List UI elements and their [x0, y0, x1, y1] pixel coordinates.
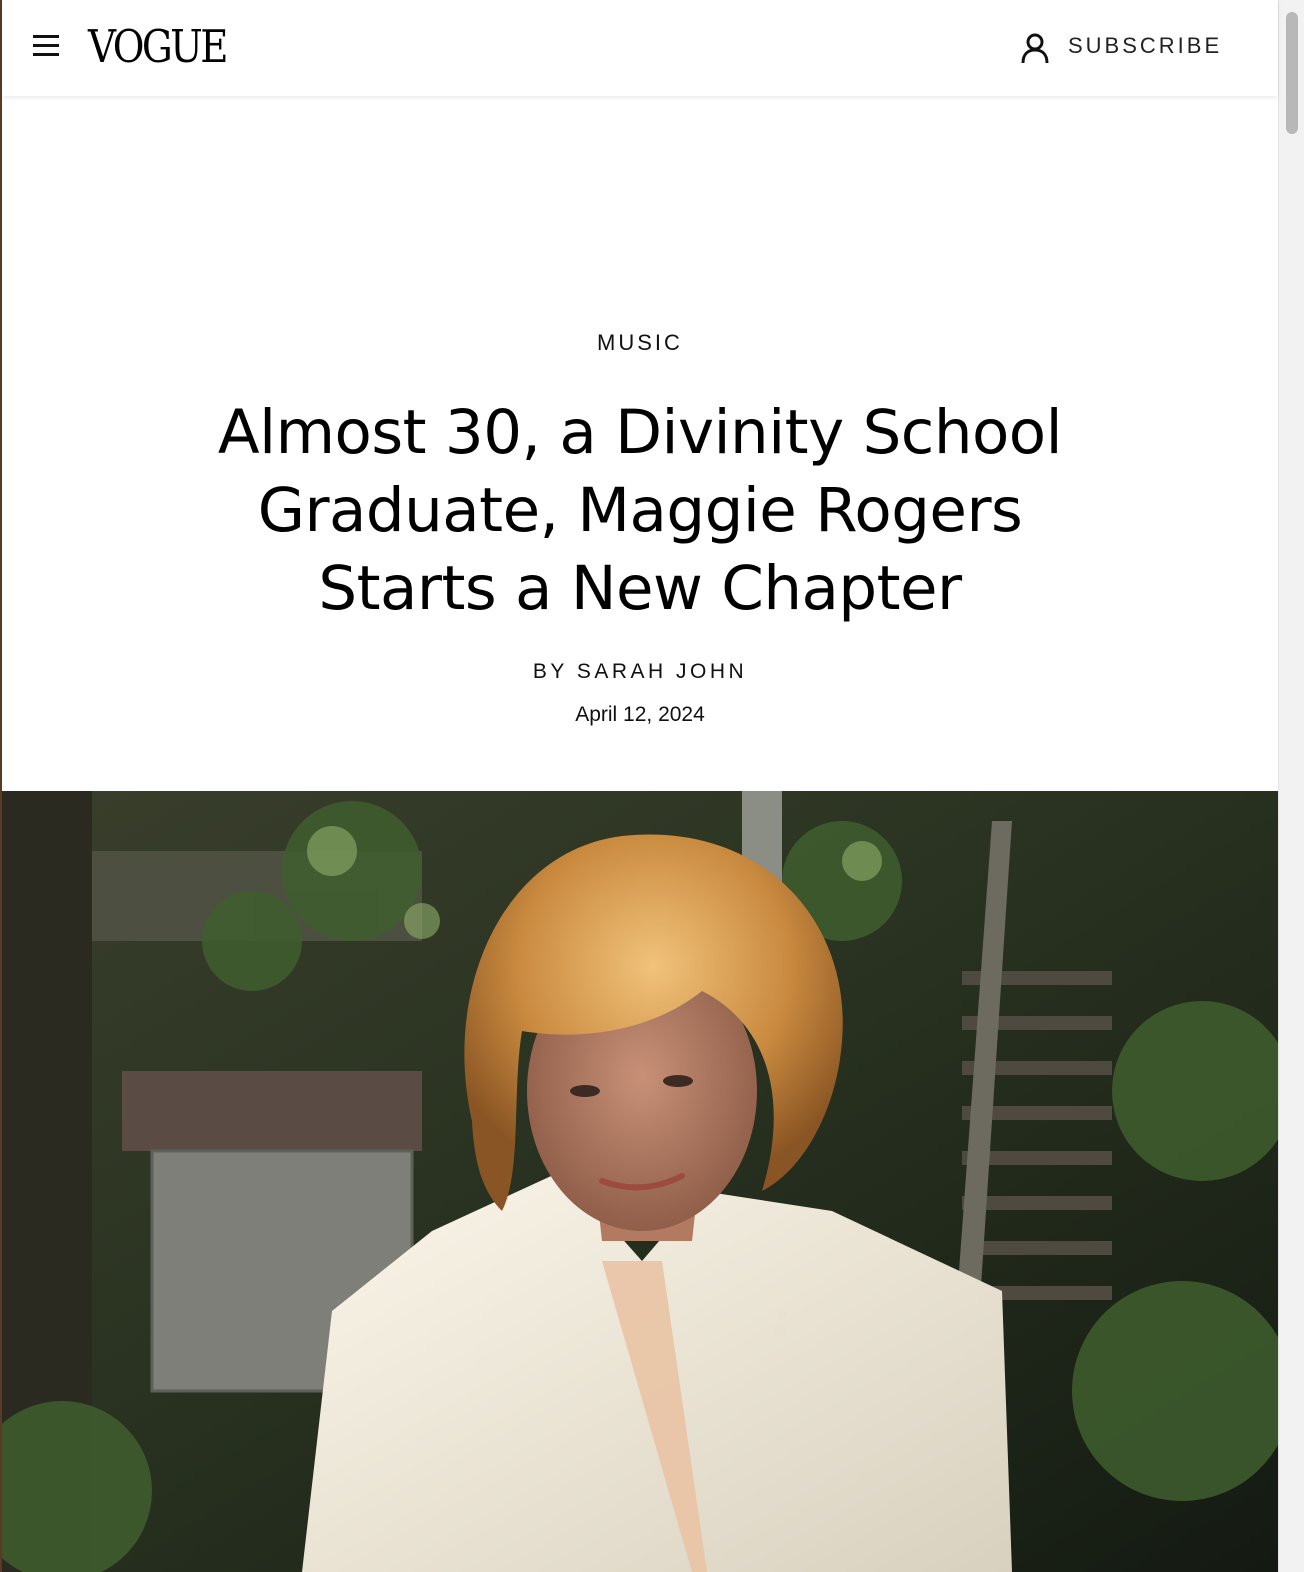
- byline-prefix: BY: [532, 660, 568, 683]
- byline: BY SARAH JOHN: [2, 660, 1278, 684]
- author-link[interactable]: SARAH JOHN: [577, 660, 747, 683]
- site-header: VOGUE SUBSCRIBE: [2, 0, 1278, 96]
- article-headline: Almost 30, a Divinity School Graduate, M…: [217, 397, 1063, 624]
- vertical-scrollbar[interactable]: [1278, 0, 1304, 1572]
- scrollbar-thumb[interactable]: [1286, 12, 1298, 134]
- publish-date: April 12, 2024: [575, 703, 705, 726]
- subscribe-button[interactable]: SUBSCRIBE: [1018, 28, 1228, 64]
- rubric-link[interactable]: MUSIC: [2, 330, 1278, 356]
- photo-illustration: [2, 791, 1278, 1572]
- page: VOGUE SUBSCRIBE MUSIC Almost 30, a Divin…: [0, 0, 1304, 1572]
- hamburger-menu-icon[interactable]: [30, 32, 64, 60]
- subscribe-label: SUBSCRIBE: [1068, 33, 1223, 58]
- user-icon: [1021, 33, 1049, 64]
- hero-photo: [2, 791, 1278, 1572]
- vogue-logo[interactable]: VOGUE: [88, 22, 228, 72]
